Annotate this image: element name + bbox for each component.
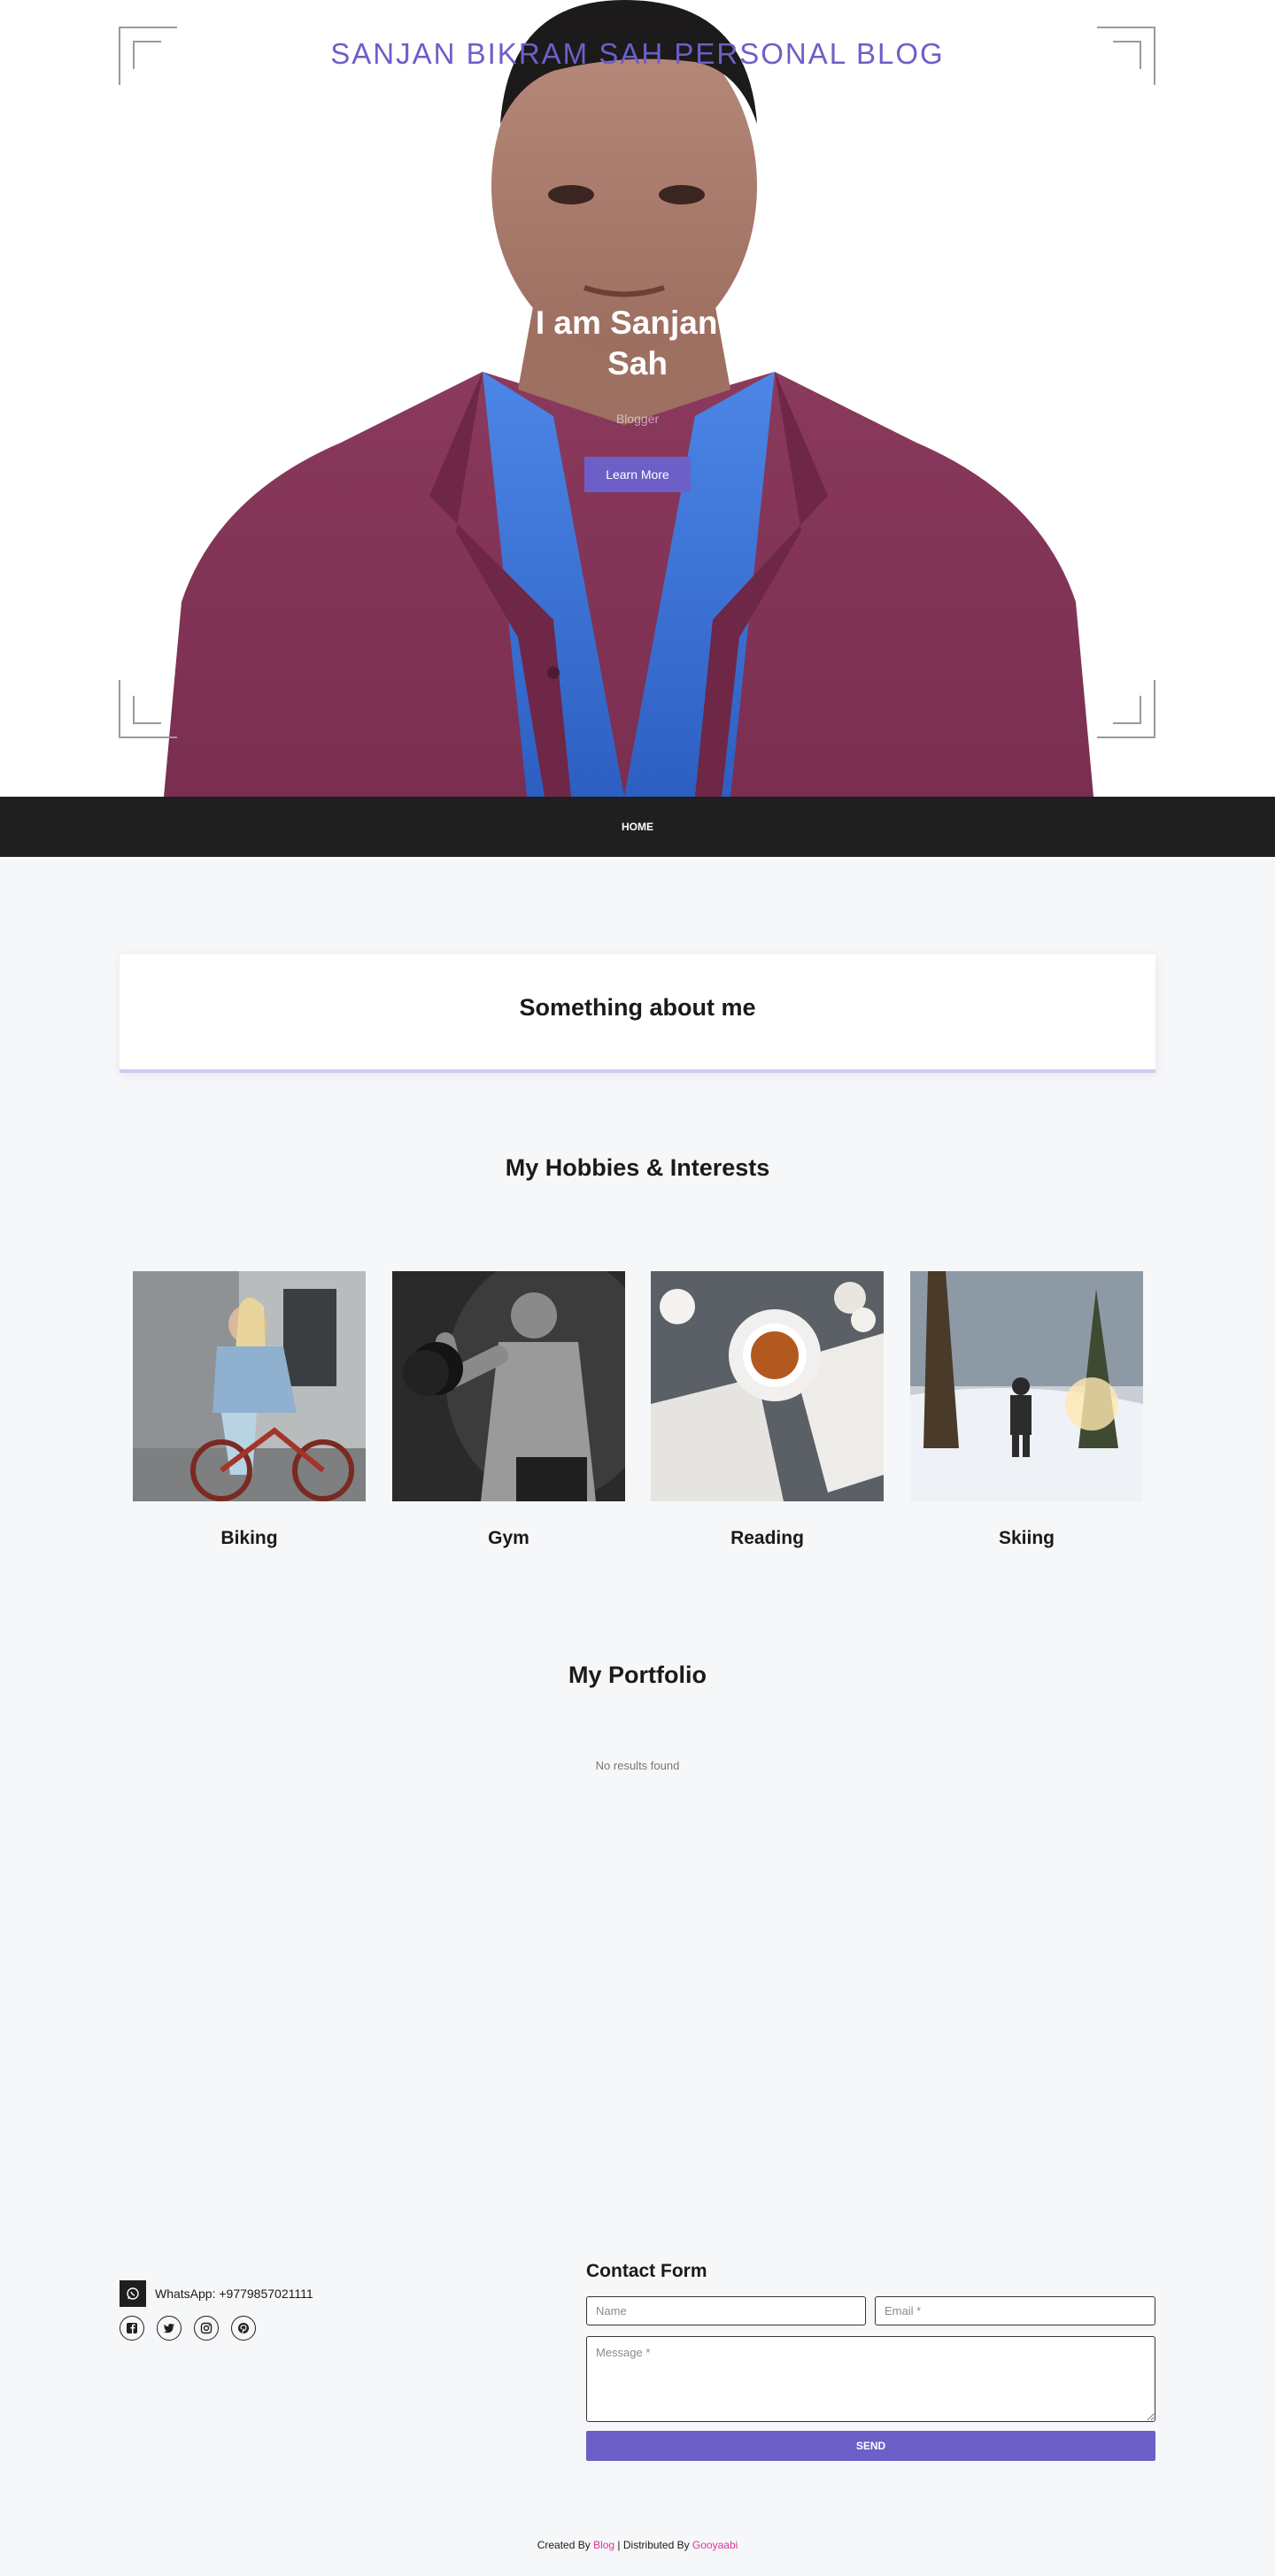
hobby-label: Reading [730, 1528, 804, 1548]
message-field[interactable] [586, 2336, 1155, 2422]
email-field[interactable] [875, 2296, 1155, 2325]
hobby-card-gym[interactable]: Gym [392, 1271, 625, 1548]
hero-subtext: Blogger [615, 412, 660, 426]
whatsapp-text: WhatsApp: +9779857021111 [155, 2287, 313, 2301]
portfolio-title: My Portfolio [568, 1662, 707, 1688]
name-field[interactable] [586, 2296, 866, 2325]
hobby-label: Gym [488, 1528, 529, 1548]
hero-heading: Hello, I am Sanjan Bikram Sah [437, 305, 838, 382]
hero-portrait-image [164, 0, 1093, 797]
send-button[interactable]: SEND [586, 2431, 1155, 2461]
contact-form-title: Contact Form [586, 2261, 707, 2281]
credits-prefix-text: Created By [537, 2539, 594, 2551]
hobby-card-reading[interactable]: Reading [651, 1271, 884, 1548]
skiing-image [910, 1271, 1143, 1501]
credits-mid-text: | Distributed By [614, 2539, 692, 2551]
about-title: Something about me [519, 994, 756, 1021]
footer-credits: Created By Blog | Distributed By Gooyaab… [0, 2539, 1275, 2551]
hobby-label: Skiing [998, 1528, 1055, 1548]
credits-distributor-link[interactable]: Gooyaabi [692, 2539, 738, 2551]
pinterest-icon[interactable] [231, 2316, 256, 2341]
credits-blog-link[interactable]: Blog [593, 2539, 614, 2551]
portfolio-empty-text: No results found [595, 1759, 680, 1772]
learn-more-button[interactable]: Learn More [584, 457, 691, 492]
hero-frame-corner-bottom-left [119, 680, 177, 738]
hobbies-title: My Hobbies & Interests [505, 1154, 770, 1181]
gym-image [392, 1271, 625, 1501]
hero-frame-corner-bottom-right [1097, 680, 1155, 738]
facebook-icon[interactable] [120, 2316, 144, 2341]
hero-section: SANJAN BIKRAM SAH PERSONAL BLOG Hello, I… [0, 0, 1275, 797]
nav-item-home[interactable]: HOME [0, 797, 1275, 857]
main-navbar: HOME [0, 797, 1275, 857]
instagram-icon[interactable] [194, 2316, 219, 2341]
hobby-card-biking[interactable]: Biking [133, 1271, 366, 1548]
biking-image [133, 1271, 366, 1501]
hobby-label: Biking [220, 1528, 278, 1548]
reading-image [651, 1271, 884, 1501]
about-card: Something about me [120, 954, 1155, 1073]
hobby-card-skiing[interactable]: Skiing [910, 1271, 1143, 1548]
twitter-icon[interactable] [157, 2316, 182, 2341]
whatsapp-icon [120, 2280, 146, 2307]
about-section: Something about me [0, 857, 1275, 1114]
site-title-link[interactable]: SANJAN BIKRAM SAH PERSONAL BLOG [0, 37, 1275, 71]
